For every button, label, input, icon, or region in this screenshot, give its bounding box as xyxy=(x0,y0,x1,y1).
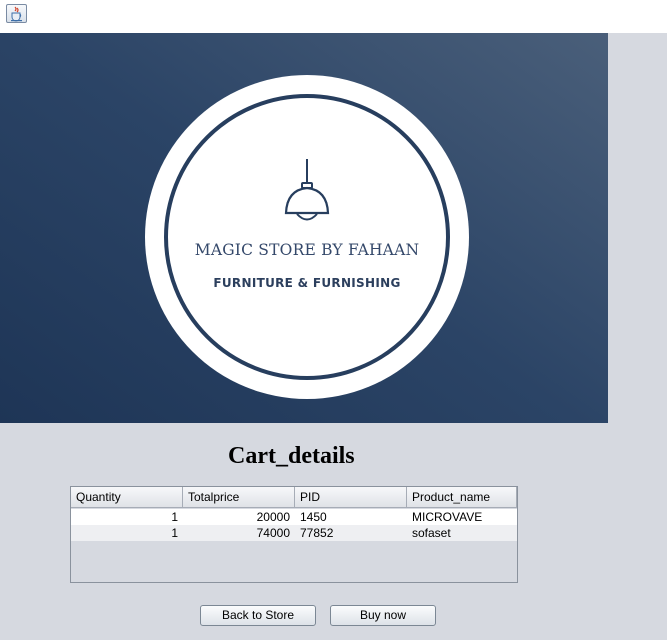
window-titlebar xyxy=(0,0,667,33)
cell-pid: 77852 xyxy=(300,526,334,540)
cell-quantity: 1 xyxy=(171,510,178,524)
column-header-product-name[interactable]: Product_name xyxy=(407,487,517,508)
cell-product-name: MICROVAVE xyxy=(412,510,483,524)
table-row[interactable]: 1 20000 1450 MICROVAVE xyxy=(71,509,517,525)
cell-quantity: 1 xyxy=(171,526,178,540)
page-title: Cart_details xyxy=(228,443,355,469)
table-row[interactable]: 1 74000 77852 sofaset xyxy=(71,525,517,541)
store-logo: MAGIC STORE BY FAHAAN FURNITURE & FURNIS… xyxy=(145,75,469,399)
table-header: Quantity Totalprice PID Product_name xyxy=(71,487,517,508)
store-name: MAGIC STORE BY FAHAAN xyxy=(194,241,420,259)
cell-totalprice: 20000 xyxy=(256,510,290,524)
cart-table[interactable]: Quantity Totalprice PID Product_name 1 2… xyxy=(70,486,518,583)
cell-product-name: sofaset xyxy=(412,526,451,540)
buy-now-button[interactable]: Buy now xyxy=(330,605,436,626)
column-header-totalprice[interactable]: Totalprice xyxy=(183,487,295,508)
column-header-pid[interactable]: PID xyxy=(295,487,407,508)
cell-totalprice: 74000 xyxy=(256,526,290,540)
column-header-quantity[interactable]: Quantity xyxy=(71,487,183,508)
store-banner: MAGIC STORE BY FAHAAN FURNITURE & FURNIS… xyxy=(0,33,608,423)
cell-pid: 1450 xyxy=(300,510,327,524)
store-tagline: FURNITURE & FURNISHING xyxy=(213,276,401,290)
pendant-lamp-icon xyxy=(284,159,330,221)
java-cup-icon[interactable] xyxy=(6,4,27,23)
back-to-store-button[interactable]: Back to Store xyxy=(200,605,316,626)
logo-ring xyxy=(164,94,450,380)
